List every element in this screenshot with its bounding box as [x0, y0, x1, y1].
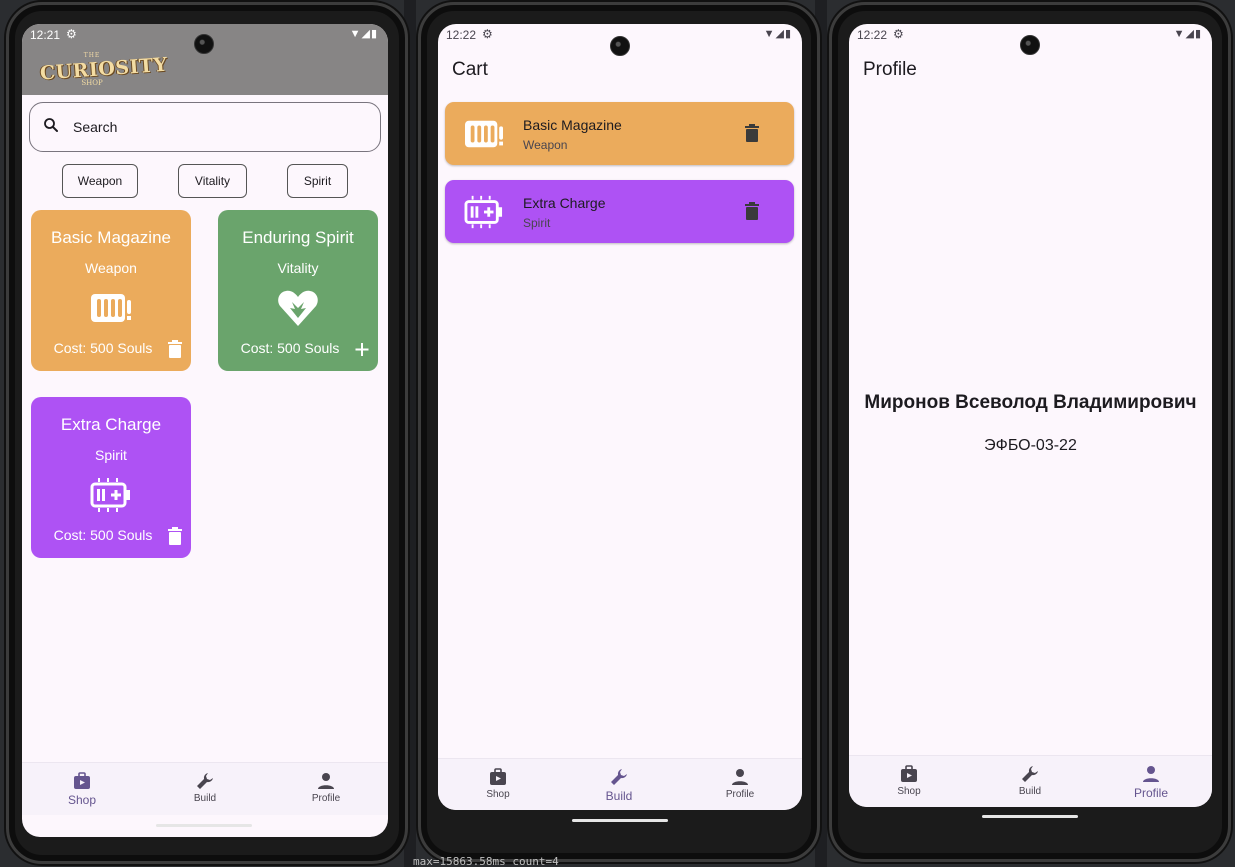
nav-shop-label: Shop: [486, 789, 510, 800]
nav-build-label: Build: [1018, 786, 1042, 797]
person-icon: [732, 769, 748, 785]
battery-icon: [464, 195, 503, 229]
cart-item-category: Spirit: [523, 216, 551, 230]
card-title: Basic Magazine: [50, 228, 171, 247]
status-time: 12:21: [30, 28, 61, 42]
front-camera: [194, 34, 214, 54]
card-title: Enduring Spirit: [242, 228, 354, 247]
system-icons: ▼◢▮: [763, 28, 792, 40]
home-indicator[interactable]: [572, 819, 668, 822]
page-title: Profile: [863, 59, 917, 80]
nav-shop[interactable]: Shop: [849, 756, 969, 807]
nav-profile-label: Profile: [1133, 786, 1168, 800]
card-category: Weapon: [85, 260, 137, 276]
delete-icon[interactable]: [745, 202, 759, 220]
cart-item-category: Weapon: [523, 138, 568, 152]
delete-icon[interactable]: [167, 527, 183, 545]
nav-shop[interactable]: Shop: [438, 759, 558, 810]
bottom-navigation: Shop Build Profile: [849, 755, 1212, 807]
profile-full-name: Миронов Всеволод Владимирович: [864, 392, 1197, 413]
delete-icon[interactable]: [167, 340, 183, 358]
status-time: 12:22: [857, 28, 888, 42]
nav-shop[interactable]: Shop: [22, 763, 142, 816]
wrench-icon: [197, 773, 213, 789]
nav-profile[interactable]: Profile: [680, 759, 800, 810]
search-input[interactable]: Search: [29, 102, 381, 152]
cart-screen: 12:22 ⚙ ▼◢▮ Cart Basic Magazine Weapon E…: [438, 24, 802, 810]
nav-build-label: Build: [193, 793, 217, 804]
settings-status-icon: ⚙: [66, 27, 77, 41]
chip-label: Vitality: [194, 174, 231, 188]
bottom-navigation: Shop Build Profile: [438, 758, 802, 810]
search-placeholder: Search: [73, 119, 118, 135]
shop-screen: 12:21 ⚙ ▼◢▮ THE CURIOSITY SHOP Search We…: [22, 24, 388, 837]
nav-profile[interactable]: Profile: [266, 763, 386, 816]
chip-label: Spirit: [303, 174, 332, 188]
front-camera: [610, 36, 630, 56]
settings-status-icon: ⚙: [893, 27, 904, 41]
ammo-icon: [91, 294, 131, 322]
nav-profile-label: Profile: [311, 793, 341, 804]
profile-group: ЭФБО-03-22: [984, 437, 1077, 454]
person-icon: [1143, 766, 1159, 782]
bottom-navigation: Shop Build Profile: [22, 762, 388, 815]
wrench-icon: [611, 769, 627, 785]
filter-chip-vitality[interactable]: Vitality: [178, 164, 247, 198]
nav-profile[interactable]: Profile: [1091, 756, 1211, 807]
shop-icon: [74, 772, 90, 789]
settings-status-icon: ⚙: [482, 27, 493, 41]
heart-spirit-icon: [278, 290, 318, 326]
delete-icon[interactable]: [745, 124, 759, 142]
cart-item-name: Basic Magazine: [523, 117, 622, 133]
shop-icon: [901, 765, 917, 782]
battery-icon: [90, 478, 130, 512]
nav-build[interactable]: Build: [970, 756, 1090, 807]
person-icon: [318, 773, 334, 789]
shop-icon: [490, 768, 506, 785]
cart-item-name: Extra Charge: [523, 195, 606, 211]
home-indicator[interactable]: [982, 815, 1078, 818]
profile-screen: 12:22 ⚙ ▼◢▮ Profile Миронов Всеволод Вла…: [849, 24, 1212, 807]
page-title: Cart: [452, 59, 488, 80]
curiosity-shop-logo: THE CURIOSITY SHOP: [39, 52, 168, 90]
item-card-extra-charge[interactable]: Extra Charge Spirit Cost: 500 Souls: [31, 397, 191, 558]
filter-chip-weapon[interactable]: Weapon: [62, 164, 138, 198]
card-category: Vitality: [277, 260, 319, 276]
nav-shop-label: Shop: [897, 786, 921, 797]
chip-label: Weapon: [77, 174, 123, 188]
system-icons: ▼◢▮: [349, 28, 378, 40]
item-card-basic-magazine[interactable]: Basic Magazine Weapon Cost: 500 Souls: [31, 210, 191, 371]
filter-chip-spirit[interactable]: Spirit: [287, 164, 348, 198]
ammo-icon: [465, 120, 503, 148]
cart-item-extra-charge[interactable]: Extra Charge Spirit: [445, 180, 794, 243]
wrench-icon: [1022, 766, 1038, 782]
system-icons: ▼◢▮: [1173, 28, 1202, 40]
front-camera: [1020, 35, 1040, 55]
home-indicator[interactable]: [156, 824, 252, 827]
nav-shop-label: Shop: [67, 793, 97, 807]
search-icon: [44, 118, 58, 132]
add-icon[interactable]: [354, 340, 370, 358]
status-time: 12:22: [446, 28, 477, 42]
card-category: Spirit: [95, 447, 127, 463]
nav-build[interactable]: Build: [145, 763, 265, 816]
cart-item-basic-magazine[interactable]: Basic Magazine Weapon: [445, 102, 794, 165]
nav-build-label: Build: [605, 789, 633, 803]
nav-build[interactable]: Build: [559, 759, 679, 810]
item-card-enduring-spirit[interactable]: Enduring Spirit Vitality Cost: 500 Souls: [218, 210, 378, 371]
nav-profile-label: Profile: [725, 789, 755, 800]
debug-overlay-text: max=15863.58ms count=4: [413, 855, 559, 867]
card-title: Extra Charge: [60, 415, 162, 434]
